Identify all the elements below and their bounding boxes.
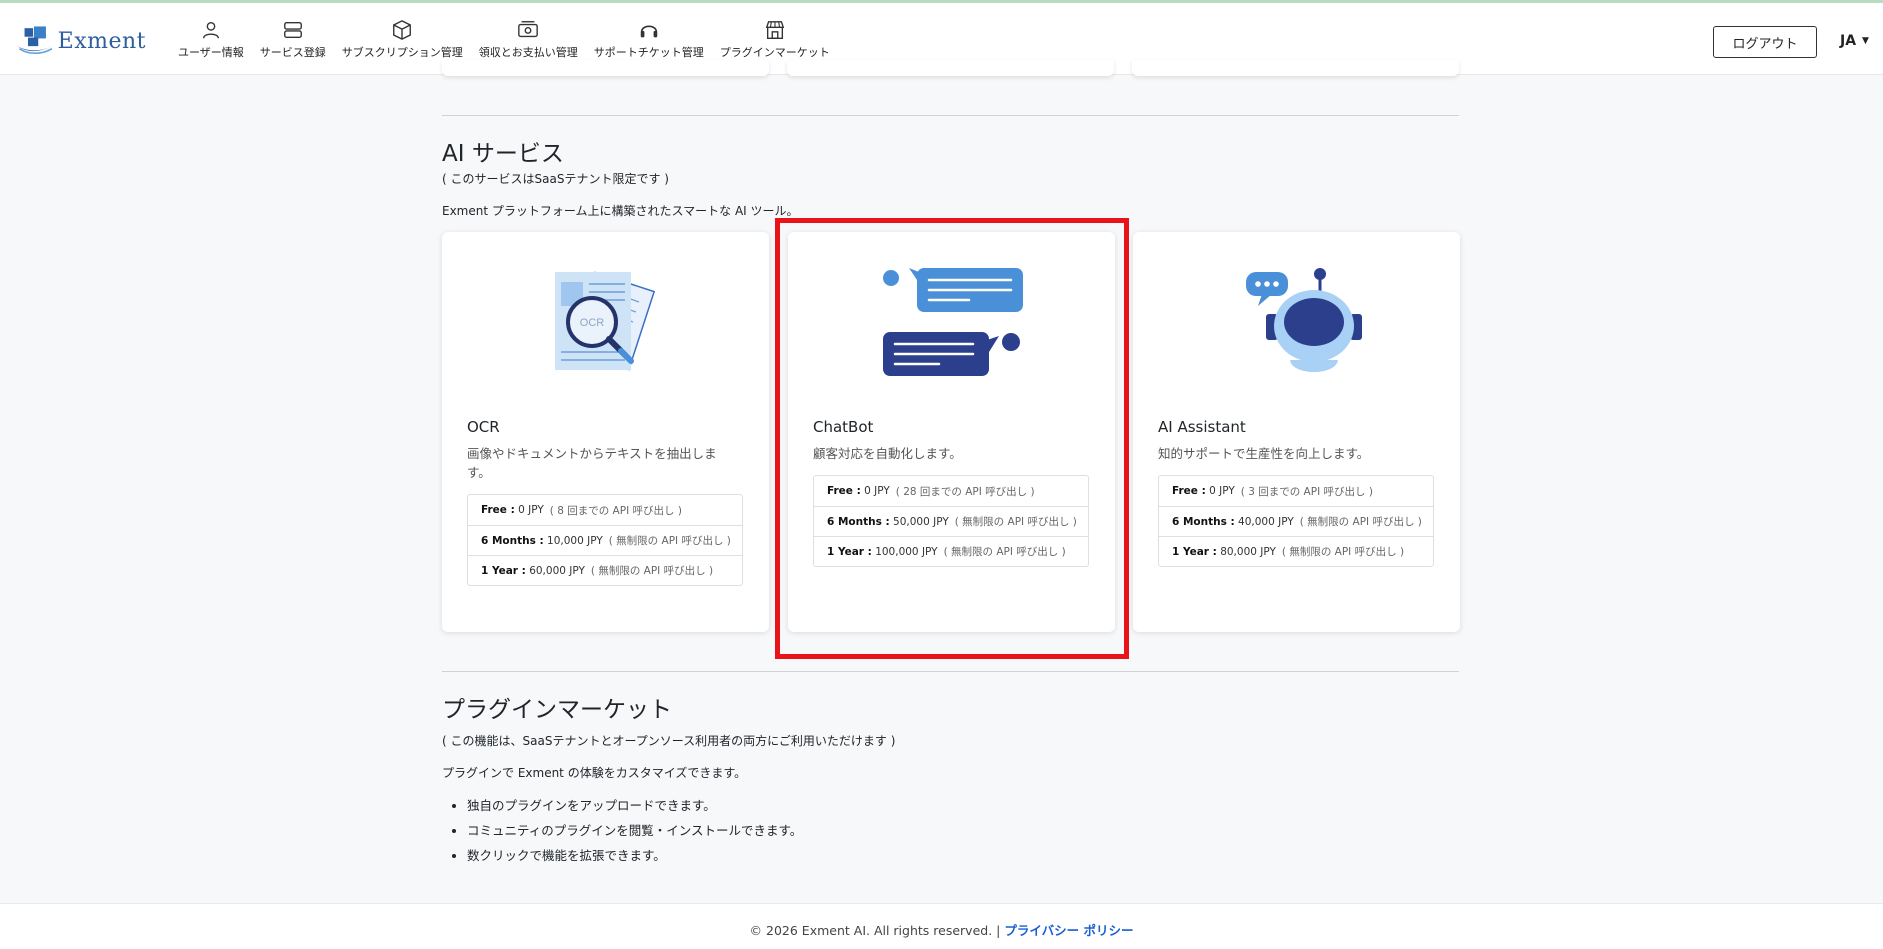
cash-icon xyxy=(518,21,539,38)
chat-bubbles-icon xyxy=(882,268,1023,376)
price-table: Free : 0 JPY( 3 回までの API 呼び出し ) 6 Months… xyxy=(1158,475,1434,567)
logout-button[interactable]: ログアウト xyxy=(1713,26,1817,58)
plugin-section-title: プラグインマーケット xyxy=(442,697,672,723)
list-item: 数クリックで機能を拡張できます。 xyxy=(467,845,802,864)
ocr-document-icon: OCR xyxy=(554,271,655,371)
card-title: OCR xyxy=(467,418,500,436)
nav-item-service-registration[interactable]: サービス登録 xyxy=(252,19,334,60)
ai-section-description: Exment プラットフォーム上に構築されたスマートな AI ツール。 xyxy=(442,204,799,218)
card-image xyxy=(788,260,1115,390)
price-row-6-months: 6 Months : 40,000 JPY( 無制限の API 呼び出し ) xyxy=(1159,506,1433,536)
plugin-section-note: ( この機能は、SaaSテナントとオープンソース利用者の両方にご利用いただけます… xyxy=(442,734,896,748)
card-description: 顧客対応を自動化します。 xyxy=(813,446,962,461)
card-image xyxy=(1133,260,1460,390)
svg-text:OCR: OCR xyxy=(579,317,604,329)
service-card-ai-assistant[interactable]: AI Assistant 知的サポートで生産性を向上します。 Free : 0 … xyxy=(1133,232,1460,632)
server-icon xyxy=(283,21,302,39)
section-divider xyxy=(442,115,1459,116)
prev-card-3 xyxy=(1132,60,1459,76)
price-row-1-year: 1 Year : 100,000 JPY( 無制限の API 呼び出し ) xyxy=(814,536,1088,566)
copyright-text: © 2026 Exment AI. All rights reserved. | xyxy=(749,923,1001,938)
headset-icon xyxy=(640,25,658,38)
price-row-free: Free : 0 JPY( 8 回までの API 呼び出し ) xyxy=(481,504,682,517)
brand-logo[interactable]: Exment xyxy=(16,22,146,60)
list-item: コミュニティのプラグインを閲覧・インストールできます。 xyxy=(467,820,802,839)
page-footer: © 2026 Exment AI. All rights reserved. |… xyxy=(0,903,1883,949)
plugin-feature-list: 独自のプラグインをアップロードできます。 コミュニティのプラグインを閲覧・インス… xyxy=(467,795,802,870)
exment-logo-icon xyxy=(16,26,54,55)
nav-label: サブスクリプション管理 xyxy=(341,46,463,59)
prev-card-1 xyxy=(442,60,769,76)
nav-item-plugin-market[interactable]: プラグインマーケット xyxy=(712,19,838,60)
price-row-1-year: 1 Year : 80,000 JPY( 無制限の API 呼び出し ) xyxy=(1159,536,1433,566)
main-nav: ユーザー情報 サービス登録 サブスクリプション管理 領収とお支払い管理 サポート… xyxy=(170,19,838,60)
price-row-6-months: 6 Months : 50,000 JPY( 無制限の API 呼び出し ) xyxy=(814,506,1088,536)
list-item: 独自のプラグインをアップロードできます。 xyxy=(467,795,802,814)
price-row-1-year: 1 Year : 60,000 JPY( 無制限の API 呼び出し ) xyxy=(468,555,742,585)
price-row-6-months: 6 Months : 10,000 JPY( 無制限の API 呼び出し ) xyxy=(468,525,742,555)
service-card-ocr[interactable]: OCR OCR 画像やドキュメントからテキストを抽出します。 Free : 0 … xyxy=(442,232,769,632)
price-table: Free : 0 JPY( 8 回までの API 呼び出し ) 6 Months… xyxy=(467,494,743,586)
box-icon xyxy=(393,20,412,40)
card-title: AI Assistant xyxy=(1158,418,1246,436)
price-row-free: Free : 0 JPY( 28 回までの API 呼び出し ) xyxy=(827,485,1035,498)
privacy-policy-link[interactable]: プライバシー ポリシー xyxy=(1004,923,1133,938)
brand-name: Exment xyxy=(57,28,146,54)
card-description: 画像やドキュメントからテキストを抽出します。 xyxy=(467,446,717,480)
nav-label: 領収とお支払い管理 xyxy=(478,46,578,59)
nav-item-subscription[interactable]: サブスクリプション管理 xyxy=(334,19,471,60)
nav-label: サービス登録 xyxy=(259,46,326,59)
card-image: OCR xyxy=(442,260,769,390)
footer-text: © 2026 Exment AI. All rights reserved. |… xyxy=(0,920,1883,939)
ai-section-note: ( このサービスはSaaSテナント限定です ) xyxy=(442,172,669,186)
nav-label: プラグインマーケット xyxy=(719,46,830,59)
price-row-free: Free : 0 JPY( 3 回までの API 呼び出し ) xyxy=(1172,485,1373,498)
nav-item-user-info[interactable]: ユーザー情報 xyxy=(170,19,252,60)
caret-down-icon: ▼ xyxy=(1862,36,1869,46)
plugin-section-description: プラグインで Exment の体験をカスタマイズできます。 xyxy=(442,766,747,780)
card-title: ChatBot xyxy=(813,418,874,436)
language-selector[interactable]: JA ▼ xyxy=(1840,33,1869,49)
language-code: JA xyxy=(1840,33,1857,49)
nav-label: ユーザー情報 xyxy=(178,46,244,59)
price-table: Free : 0 JPY( 28 回までの API 呼び出し ) 6 Month… xyxy=(813,475,1089,567)
service-card-chatbot[interactable]: ChatBot 顧客対応を自動化します。 Free : 0 JPY( 28 回ま… xyxy=(788,232,1115,632)
nav-item-billing[interactable]: 領収とお支払い管理 xyxy=(471,19,586,60)
robot-assistant-icon xyxy=(1245,268,1362,372)
nav-item-support[interactable]: サポートチケット管理 xyxy=(586,19,712,60)
section-divider xyxy=(442,671,1459,672)
prev-card-2 xyxy=(787,60,1114,76)
store-icon xyxy=(765,21,784,39)
card-description: 知的サポートで生産性を向上します。 xyxy=(1158,446,1370,461)
ai-section-title: AI サービス xyxy=(442,141,564,167)
nav-label: サポートチケット管理 xyxy=(593,46,704,59)
user-icon xyxy=(202,21,219,39)
